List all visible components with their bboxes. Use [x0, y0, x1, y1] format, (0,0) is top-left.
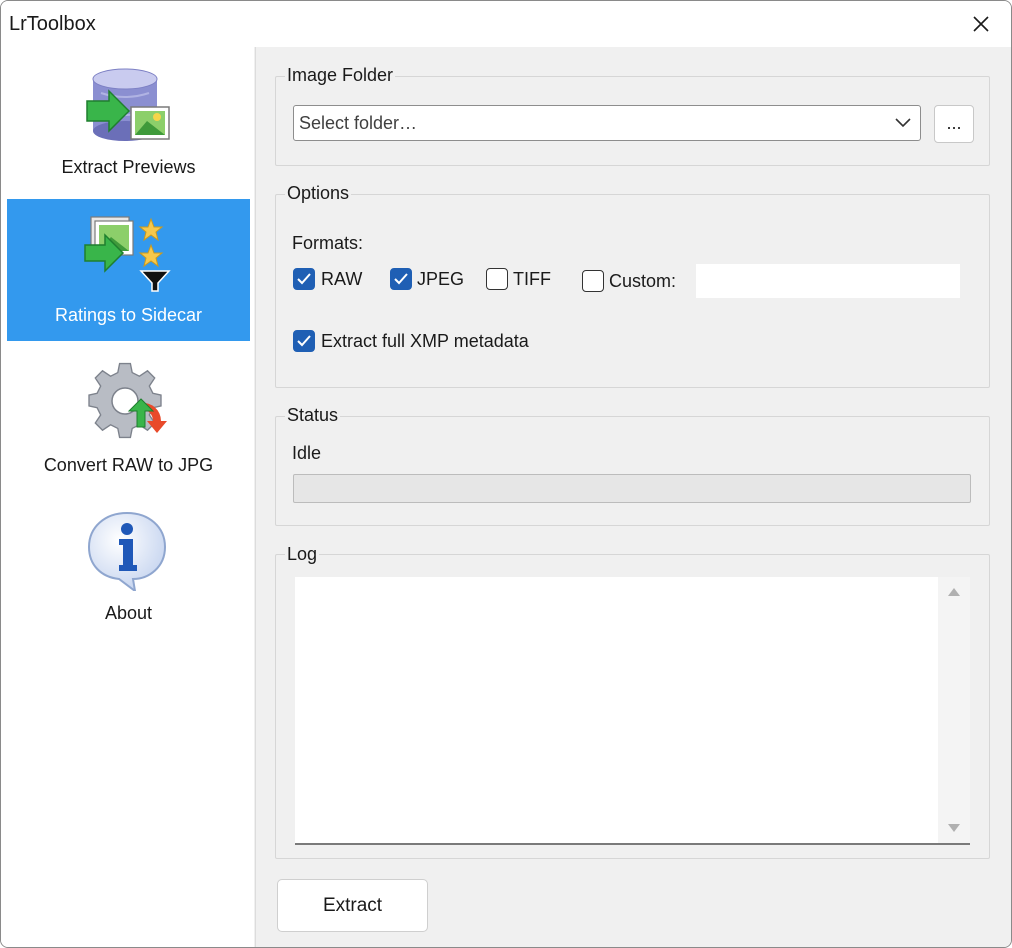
sidebar-item-about[interactable]: About — [7, 497, 250, 639]
close-button[interactable] — [951, 1, 1011, 47]
sidebar-item-label: About — [104, 603, 153, 623]
checkmark-icon — [297, 273, 311, 285]
sidebar-item-label: Extract Previews — [61, 157, 196, 177]
custom-format-input[interactable] — [696, 264, 960, 298]
status-text: Idle — [292, 443, 322, 463]
custom-label: Custom: — [609, 271, 677, 291]
sidebar-item-ratings-to-sidecar[interactable]: Ratings to Sidecar — [7, 199, 250, 341]
checkmark-icon — [297, 335, 311, 347]
formats-label: Formats: — [292, 233, 364, 253]
log-bottom-border — [295, 843, 970, 845]
sidebar-item-label: Ratings to Sidecar — [54, 305, 203, 325]
close-icon — [973, 16, 989, 32]
window-title: LrToolbox — [9, 13, 96, 35]
sidebar: Extract Previews Ratings to Sidecar Conv… — [1, 47, 254, 947]
scroll-up-icon[interactable] — [947, 587, 961, 597]
extract-button[interactable]: Extract — [277, 879, 428, 932]
chevron-down-icon — [895, 118, 911, 128]
sidebar-item-label: Convert RAW to JPG — [43, 455, 214, 475]
custom-checkbox[interactable] — [582, 270, 604, 292]
checkmark-icon — [394, 273, 408, 285]
jpeg-label: JPEG — [417, 269, 465, 289]
title-bar: LrToolbox — [1, 1, 1011, 47]
options-title: Options — [285, 183, 352, 204]
image-folder-title: Image Folder — [285, 65, 396, 86]
log-textarea[interactable] — [295, 577, 970, 845]
log-title: Log — [285, 544, 320, 565]
status-title: Status — [285, 405, 341, 426]
browse-button[interactable]: ... — [934, 105, 974, 143]
scroll-down-icon[interactable] — [947, 823, 961, 833]
xmp-checkbox[interactable] — [293, 330, 315, 352]
database-export-icon — [86, 68, 170, 141]
ratings-filter-icon — [84, 216, 171, 292]
folder-placeholder: Select folder… — [299, 113, 418, 133]
sidebar-item-extract-previews[interactable]: Extract Previews — [7, 51, 250, 193]
tiff-label: TIFF — [513, 269, 551, 289]
jpeg-checkbox[interactable] — [390, 268, 412, 290]
raw-checkbox[interactable] — [293, 268, 315, 290]
sidebar-item-convert-raw-to-jpg[interactable]: Convert RAW to JPG — [7, 349, 250, 491]
gear-convert-icon — [88, 362, 167, 439]
tiff-checkbox[interactable] — [486, 268, 508, 290]
info-bubble-icon — [87, 511, 167, 591]
raw-label: RAW — [321, 269, 363, 289]
folder-select[interactable]: Select folder… — [293, 105, 921, 141]
status-group — [275, 416, 990, 526]
log-scrollbar[interactable] — [938, 577, 970, 843]
app-window: LrToolbox Extract Previews Ratings to Si… — [0, 0, 1012, 948]
progress-bar — [293, 474, 971, 503]
xmp-label: Extract full XMP metadata — [321, 331, 529, 351]
